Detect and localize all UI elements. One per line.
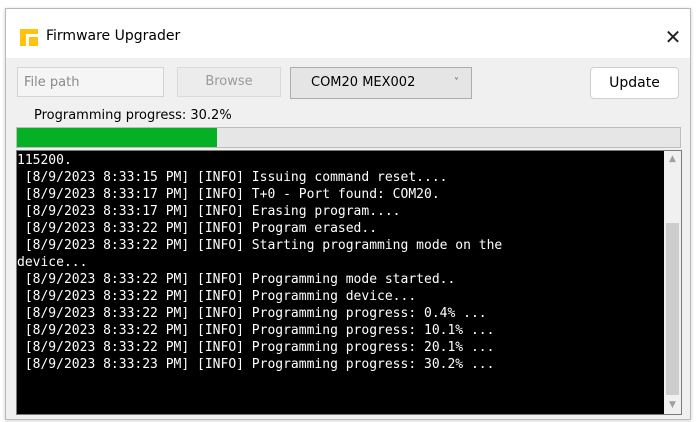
file-path-input[interactable] (17, 67, 164, 97)
app-logo-icon (20, 29, 38, 46)
com-port-selected-value: COM20 MEX002 (311, 75, 416, 90)
scroll-up-icon[interactable]: ▲ (664, 151, 681, 168)
title-bar[interactable]: Firmware Upgrader ✕ (6, 9, 690, 58)
console-line: [8/9/2023 8:33:23 PM] [INFO] Programming… (17, 357, 495, 372)
chevron-down-icon: ˅ (454, 77, 459, 88)
console-line: [8/9/2023 8:33:22 PM] [INFO] Programming… (17, 272, 456, 287)
toolbar: Browse COM20 MEX002 ˅ Update (6, 58, 690, 106)
close-icon: ✕ (664, 25, 682, 49)
progress-bar (16, 127, 681, 148)
console-line: [8/9/2023 8:33:22 PM] [INFO] Programming… (17, 323, 495, 338)
scroll-down-icon[interactable]: ▼ (664, 397, 681, 414)
console-line: [8/9/2023 8:33:22 PM] [INFO] Program era… (17, 221, 378, 236)
console-line: [8/9/2023 8:33:22 PM] [INFO] Programming… (17, 340, 495, 355)
console-line: [8/9/2023 8:33:22 PM] [INFO] Programming… (17, 289, 417, 304)
close-button[interactable]: ✕ (656, 19, 690, 55)
console-line: [8/9/2023 8:33:22 PM] [INFO] Starting pr… (17, 238, 503, 253)
browse-button[interactable]: Browse (177, 67, 281, 97)
console-line: 115200. (17, 153, 72, 168)
com-port-select[interactable]: COM20 MEX002 ˅ (290, 67, 472, 99)
console-line: [8/9/2023 8:33:15 PM] [INFO] Issuing com… (17, 170, 448, 185)
console-output[interactable]: 115200. [8/9/2023 8:33:15 PM] [INFO] Iss… (16, 150, 682, 415)
scroll-thumb[interactable] (666, 223, 679, 395)
window-title: Firmware Upgrader (46, 28, 181, 44)
console-line: [8/9/2023 8:33:22 PM] [INFO] Programming… (17, 306, 487, 321)
update-button[interactable]: Update (590, 67, 679, 99)
progress-label: Programming progress: 30.2% (34, 108, 232, 123)
console-log: 115200. [8/9/2023 8:33:15 PM] [INFO] Iss… (17, 152, 663, 373)
firmware-upgrader-window: Firmware Upgrader ✕ Browse COM20 MEX002 … (5, 8, 691, 420)
console-scrollbar[interactable]: ▲ ▼ (664, 151, 681, 414)
console-line: device... (17, 255, 88, 270)
console-line: [8/9/2023 8:33:17 PM] [INFO] Erasing pro… (17, 204, 401, 219)
progress-bar-fill (17, 128, 218, 147)
console-line: [8/9/2023 8:33:17 PM] [INFO] T+0 - Port … (17, 187, 440, 202)
